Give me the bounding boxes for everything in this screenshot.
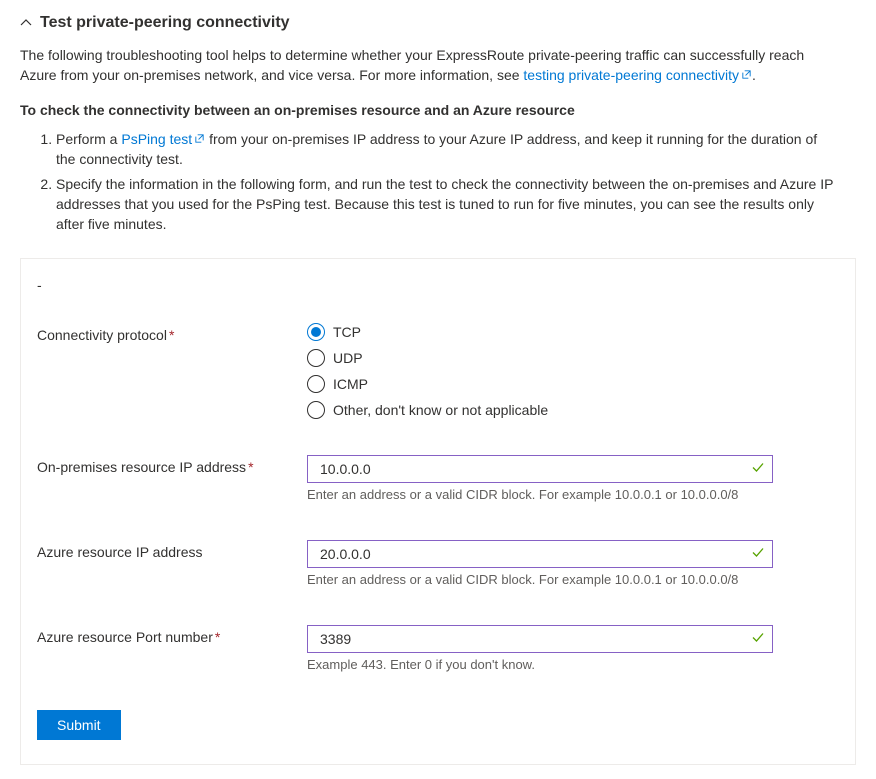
step-1: Perform a PsPing test from your on-premi… [56,130,840,170]
protocol-label: Connectivity protocol* [37,323,307,343]
azure-port-label: Azure resource Port number* [37,625,307,645]
azure-ip-row: Azure resource IP address Enter an addre… [37,540,839,587]
onprem-ip-input[interactable] [307,455,773,483]
radio-circle-icon [307,349,325,367]
radio-label: TCP [333,324,361,340]
protocol-row: Connectivity protocol* TCP UDP ICMP Othe… [37,323,839,419]
radio-label: Other, don't know or not applicable [333,402,548,418]
intro-text: The following troubleshooting tool helps… [20,46,840,86]
collapse-dash[interactable]: - [37,277,839,293]
submit-button[interactable]: Submit [37,710,121,740]
azure-ip-label: Azure resource IP address [37,540,307,560]
section-header[interactable]: Test private-peering connectivity [20,14,856,32]
onprem-ip-label: On-premises resource IP address* [37,455,307,475]
section-title: Test private-peering connectivity [40,14,290,32]
radio-label: UDP [333,350,363,366]
external-link-icon [194,130,205,150]
azure-port-help: Example 443. Enter 0 if you don't know. [307,657,773,672]
radio-label: ICMP [333,376,368,392]
azure-ip-input[interactable] [307,540,773,568]
steps-list: Perform a PsPing test from your on-premi… [20,130,840,234]
intro-link[interactable]: testing private-peering connectivity [523,67,752,83]
onprem-ip-help: Enter an address or a valid CIDR block. … [307,487,773,502]
radio-circle-icon [307,401,325,419]
azure-ip-help: Enter an address or a valid CIDR block. … [307,572,773,587]
radio-tcp[interactable]: TCP [307,323,773,341]
step-2: Specify the information in the following… [56,175,840,234]
form-area: - Connectivity protocol* TCP UDP ICMP Ot… [20,258,856,765]
radio-udp[interactable]: UDP [307,349,773,367]
checkmark-icon [751,546,765,563]
radio-circle-icon [307,375,325,393]
radio-dot-icon [311,327,321,337]
onprem-ip-row: On-premises resource IP address* Enter a… [37,455,839,502]
checkmark-icon [751,631,765,648]
chevron-up-icon [20,17,32,29]
azure-port-input[interactable] [307,625,773,653]
protocol-radio-group: TCP UDP ICMP Other, don't know or not ap… [307,323,773,419]
radio-circle-icon [307,323,325,341]
checkmark-icon [751,461,765,478]
psping-link[interactable]: PsPing test [121,131,205,147]
radio-icmp[interactable]: ICMP [307,375,773,393]
intro-after: . [752,67,756,83]
subheading: To check the connectivity between an on-… [20,102,856,118]
azure-port-row: Azure resource Port number* Example 443.… [37,625,839,672]
radio-other[interactable]: Other, don't know or not applicable [307,401,773,419]
external-link-icon [741,66,752,86]
